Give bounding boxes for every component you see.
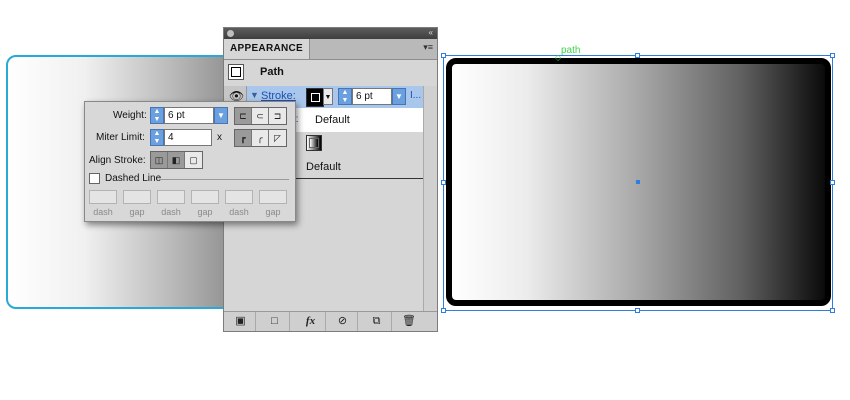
path-row[interactable]: Path (224, 60, 425, 87)
gap-input-2[interactable] (191, 190, 219, 204)
miter-limit-input[interactable]: 4 (164, 129, 212, 146)
round-join-icon[interactable]: ╭ (252, 130, 269, 146)
fill-row[interactable] (296, 132, 425, 156)
miter-join-icon[interactable]: ┏ (235, 130, 252, 146)
handle-top-left[interactable] (441, 53, 446, 58)
gap-label-2: gap (197, 207, 213, 217)
cap-style-group: ⊏ ⊂ ⊐ (234, 107, 287, 125)
close-icon[interactable] (227, 30, 234, 37)
miter-limit-label: Miter Limit: (96, 132, 145, 143)
path-thumbnail-icon (228, 64, 244, 80)
align-center-icon[interactable]: ◫ (151, 152, 168, 168)
gap-label-1: gap (129, 207, 145, 217)
duplicate-item-icon[interactable]: ⧉ (362, 312, 392, 331)
center-point (636, 180, 640, 184)
triangle-expand-icon[interactable]: ▼ (250, 90, 259, 100)
align-outside-icon[interactable]: ▢ (185, 152, 202, 168)
stroke-options-popup: Weight: ▲ ▼ 6 pt ▼ ⊏ ⊂ ⊐ Miter Limit: ▲ ▼ … (84, 101, 296, 222)
add-effect-icon[interactable]: fx (296, 312, 326, 331)
panel-titlebar[interactable]: « (224, 28, 437, 39)
panel-menu-icon[interactable]: ▾≡ (423, 42, 433, 53)
weight-input[interactable]: 6 pt (164, 107, 214, 124)
handle-middle-right[interactable] (830, 180, 835, 185)
panel-tab-row: APPEARANCE ▾≡ (224, 39, 437, 60)
butt-cap-icon[interactable]: ⊏ (235, 108, 252, 124)
align-stroke-group: ◫ ◧ ▢ (150, 151, 203, 169)
panel-scrollbar[interactable] (423, 86, 437, 314)
dash-label-3: dash (229, 207, 249, 217)
round-cap-icon[interactable]: ⊂ (252, 108, 269, 124)
weight-dropdown[interactable]: ▼ (214, 107, 228, 124)
miter-stepper[interactable]: ▲ ▼ (150, 129, 164, 146)
panel-bottom-toolbar: ▣ □ fx ⊘ ⧉ 🗑 (224, 311, 437, 331)
opacity-row[interactable]: ty: Default (284, 108, 425, 132)
gap-label-3: gap (265, 207, 281, 217)
dash-label-1: dash (93, 207, 113, 217)
handle-top-right[interactable] (830, 53, 835, 58)
fill-opacity-row[interactable]: Default (296, 156, 425, 179)
join-style-group: ┏ ╭ ◸ (234, 129, 287, 147)
collapse-icon[interactable]: « (429, 28, 433, 37)
handle-middle-left[interactable] (441, 180, 446, 185)
dash-input-2[interactable] (157, 190, 185, 204)
fill-opacity-value: Default (306, 161, 341, 173)
smart-guide-path-label: path (561, 45, 581, 56)
handle-top-center[interactable] (635, 53, 640, 58)
divider (159, 179, 289, 180)
stroke-truncated-text[interactable]: I... (410, 90, 421, 101)
tab-appearance[interactable]: APPEARANCE (224, 39, 311, 59)
add-new-fill-icon[interactable]: □ (260, 312, 290, 331)
handle-bottom-center[interactable] (635, 308, 640, 313)
add-new-stroke-icon[interactable]: ▣ (226, 312, 256, 331)
stroke-color-swatch[interactable] (306, 88, 324, 107)
align-stroke-label: Align Stroke: (89, 155, 146, 166)
dash-input-1[interactable] (89, 190, 117, 204)
handle-bottom-left[interactable] (441, 308, 446, 313)
weight-label: Weight: (113, 110, 147, 121)
stroke-weight-stepper[interactable]: ▲ ▼ (338, 88, 352, 105)
opacity-value: Default (315, 114, 350, 126)
dash-input-3[interactable] (225, 190, 253, 204)
stroke-weight-input[interactable]: 6 pt (352, 88, 392, 105)
gap-input-3[interactable] (259, 190, 287, 204)
dashed-line-label: Dashed Line (105, 173, 162, 184)
weight-stepper[interactable]: ▲ ▼ (150, 107, 164, 124)
delete-item-icon[interactable]: 🗑 (394, 312, 424, 331)
align-inside-icon[interactable]: ◧ (168, 152, 185, 168)
clear-appearance-icon[interactable]: ⊘ (328, 312, 358, 331)
dashed-line-checkbox[interactable] (89, 173, 100, 184)
handle-bottom-right[interactable] (830, 308, 835, 313)
bevel-join-icon[interactable]: ◸ (269, 130, 286, 146)
projecting-cap-icon[interactable]: ⊐ (269, 108, 286, 124)
stroke-weight-dropdown[interactable]: ▼ (392, 88, 406, 105)
fill-gradient-swatch[interactable] (306, 135, 322, 151)
path-title: Path (260, 66, 284, 78)
chevron-down-icon[interactable]: ▼ (323, 88, 333, 105)
gap-input-1[interactable] (123, 190, 151, 204)
miter-unit: x (217, 132, 222, 143)
dash-label-2: dash (161, 207, 181, 217)
